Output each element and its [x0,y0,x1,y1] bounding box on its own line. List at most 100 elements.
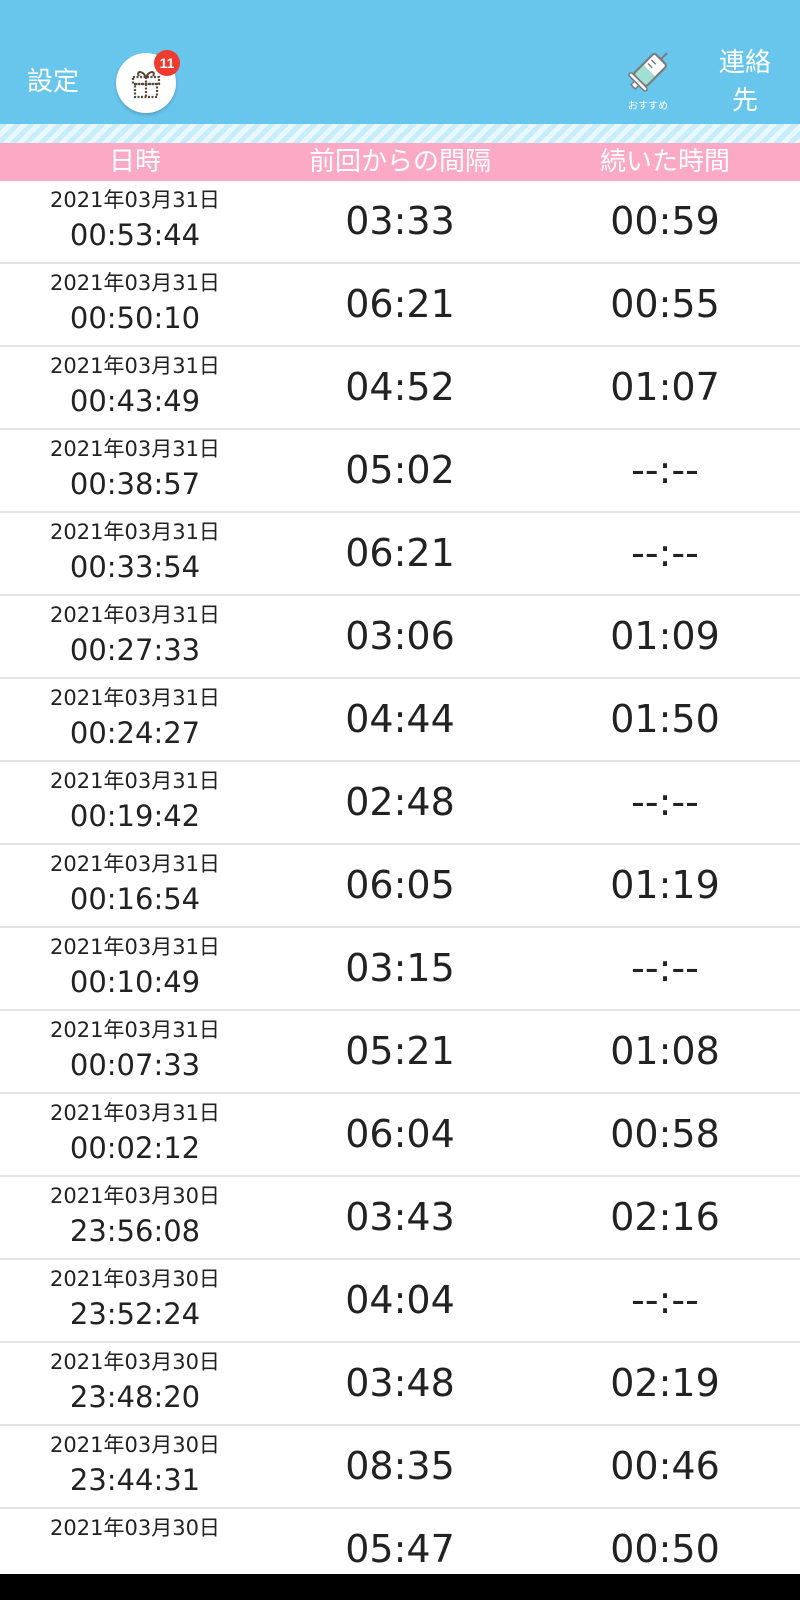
history-list[interactable]: 2021年03月31日 00:53:44 03:33 00:59 2021年03… [0,181,800,1574]
cell-interval: 03:33 [345,199,455,243]
column-header-duration: 続いた時間 [599,147,730,177]
system-navigation-bar [0,1574,800,1600]
cell-duration: 01:19 [610,863,720,907]
row-time: 00:19:42 [69,799,201,833]
cell-datetime: 2021年03月31日 00:50:10 [0,268,270,338]
top-bar: 設定 11 おすすめ 連絡 先 [0,0,800,124]
table-row[interactable]: 2021年03月31日 00:43:49 04:52 01:07 [0,347,800,430]
cell-datetime: 2021年03月31日 00:43:49 [0,351,270,421]
cell-interval: 03:43 [345,1195,455,1239]
column-header-datetime: 日時 [108,147,161,177]
row-time: 00:07:33 [69,1048,201,1082]
row-time: 00:50:10 [69,301,201,335]
contacts-button[interactable]: 連絡 先 [710,44,780,120]
cell-datetime: 2021年03月31日 00:10:49 [0,932,270,1002]
cell-duration: --:-- [631,946,699,990]
table-row[interactable]: 2021年03月31日 00:53:44 03:33 00:59 [0,181,800,264]
table-header: 日時 前回からの間隔 続いた時間 [0,143,800,181]
cell-datetime: 2021年03月31日 00:02:12 [0,1098,270,1168]
cell-interval: 02:48 [345,780,455,824]
cell-interval: 03:06 [345,614,455,658]
row-time: 00:43:49 [69,384,201,418]
row-time: 00:33:54 [69,550,201,584]
row-date: 2021年03月31日 [50,686,220,710]
decorative-stripe [0,124,800,143]
row-time: 00:24:27 [69,716,201,750]
cell-duration: 02:19 [610,1361,720,1405]
row-time: 00:16:54 [69,882,201,916]
cell-duration: --:-- [631,448,699,492]
cell-duration: --:-- [631,1278,699,1322]
cell-datetime: 2021年03月30日 [0,1513,270,1543]
cell-interval: 04:04 [345,1278,455,1322]
cell-duration: 01:50 [610,697,720,741]
row-date: 2021年03月31日 [50,437,220,461]
table-row[interactable]: 2021年03月31日 00:19:42 02:48 --:-- [0,762,800,845]
cell-duration: 01:08 [610,1029,720,1073]
row-time: 23:56:08 [69,1214,201,1248]
row-time: 00:02:12 [69,1131,201,1165]
settings-button[interactable]: 設定 [27,62,79,102]
table-row[interactable]: 2021年03月30日 23:52:24 04:04 --:-- [0,1260,800,1343]
cell-datetime: 2021年03月30日 23:48:20 [0,1347,270,1417]
notification-badge: 11 [154,50,180,76]
table-row[interactable]: 2021年03月31日 00:07:33 05:21 01:08 [0,1011,800,1094]
recommend-button[interactable]: おすすめ [618,44,678,120]
table-row[interactable]: 2021年03月31日 00:27:33 03:06 01:09 [0,596,800,679]
table-row[interactable]: 2021年03月30日 23:56:08 03:43 02:16 [0,1177,800,1260]
row-date: 2021年03月30日 [50,1267,220,1291]
cell-datetime: 2021年03月31日 00:53:44 [0,185,270,255]
cell-datetime: 2021年03月31日 00:38:57 [0,434,270,504]
cell-datetime: 2021年03月30日 23:44:31 [0,1430,270,1500]
row-time: 00:27:33 [69,633,201,667]
cell-datetime: 2021年03月30日 23:56:08 [0,1181,270,1251]
row-date: 2021年03月30日 [50,1184,220,1208]
cell-datetime: 2021年03月31日 00:16:54 [0,849,270,919]
row-time: 00:10:49 [69,965,201,999]
cell-duration: 02:16 [610,1195,720,1239]
table-row[interactable]: 2021年03月31日 00:24:27 04:44 01:50 [0,679,800,762]
cell-duration: 00:55 [610,282,720,326]
row-date: 2021年03月31日 [50,769,220,793]
cell-interval: 06:05 [345,863,455,907]
row-time: 23:48:20 [69,1380,201,1414]
row-date: 2021年03月31日 [50,603,220,627]
row-date: 2021年03月30日 [50,1516,220,1540]
cell-datetime: 2021年03月31日 00:27:33 [0,600,270,670]
table-row[interactable]: 2021年03月31日 00:02:12 06:04 00:58 [0,1094,800,1177]
table-row[interactable]: 2021年03月31日 00:16:54 06:05 01:19 [0,845,800,928]
contacts-label-line1: 連絡 [718,48,771,78]
row-date: 2021年03月31日 [50,1101,220,1125]
row-date: 2021年03月31日 [50,935,220,959]
cell-duration: 00:50 [610,1527,720,1571]
column-header-interval: 前回からの間隔 [308,147,491,177]
syringe-icon [628,52,668,92]
row-date: 2021年03月31日 [50,188,220,212]
table-row[interactable]: 2021年03月31日 00:38:57 05:02 --:-- [0,430,800,513]
cell-interval: 03:48 [345,1361,455,1405]
row-time: 00:53:44 [69,218,201,252]
table-row[interactable]: 2021年03月31日 00:33:54 06:21 --:-- [0,513,800,596]
table-row[interactable]: 2021年03月30日 23:48:20 03:48 02:19 [0,1343,800,1426]
cell-interval: 05:47 [345,1527,455,1571]
table-row[interactable]: 2021年03月30日 23:44:31 08:35 00:46 [0,1426,800,1509]
cell-interval: 08:35 [345,1444,455,1488]
row-date: 2021年03月31日 [50,1018,220,1042]
row-date: 2021年03月31日 [50,354,220,378]
cell-duration: --:-- [631,780,699,824]
row-date: 2021年03月30日 [50,1350,220,1374]
cell-duration: --:-- [631,531,699,575]
recommend-label: おすすめ [628,101,668,112]
row-date: 2021年03月30日 [50,1433,220,1457]
table-row[interactable]: 2021年03月30日 05:47 00:50 [0,1509,800,1574]
table-row[interactable]: 2021年03月31日 00:10:49 03:15 --:-- [0,928,800,1011]
cell-datetime: 2021年03月31日 00:33:54 [0,517,270,587]
table-row[interactable]: 2021年03月31日 00:50:10 06:21 00:55 [0,264,800,347]
cell-interval: 06:04 [345,1112,455,1156]
cell-datetime: 2021年03月30日 23:52:24 [0,1264,270,1334]
cell-interval: 04:44 [345,697,455,741]
row-date: 2021年03月31日 [50,271,220,295]
cell-interval: 06:21 [345,531,455,575]
cell-duration: 01:09 [610,614,720,658]
row-date: 2021年03月31日 [50,852,220,876]
